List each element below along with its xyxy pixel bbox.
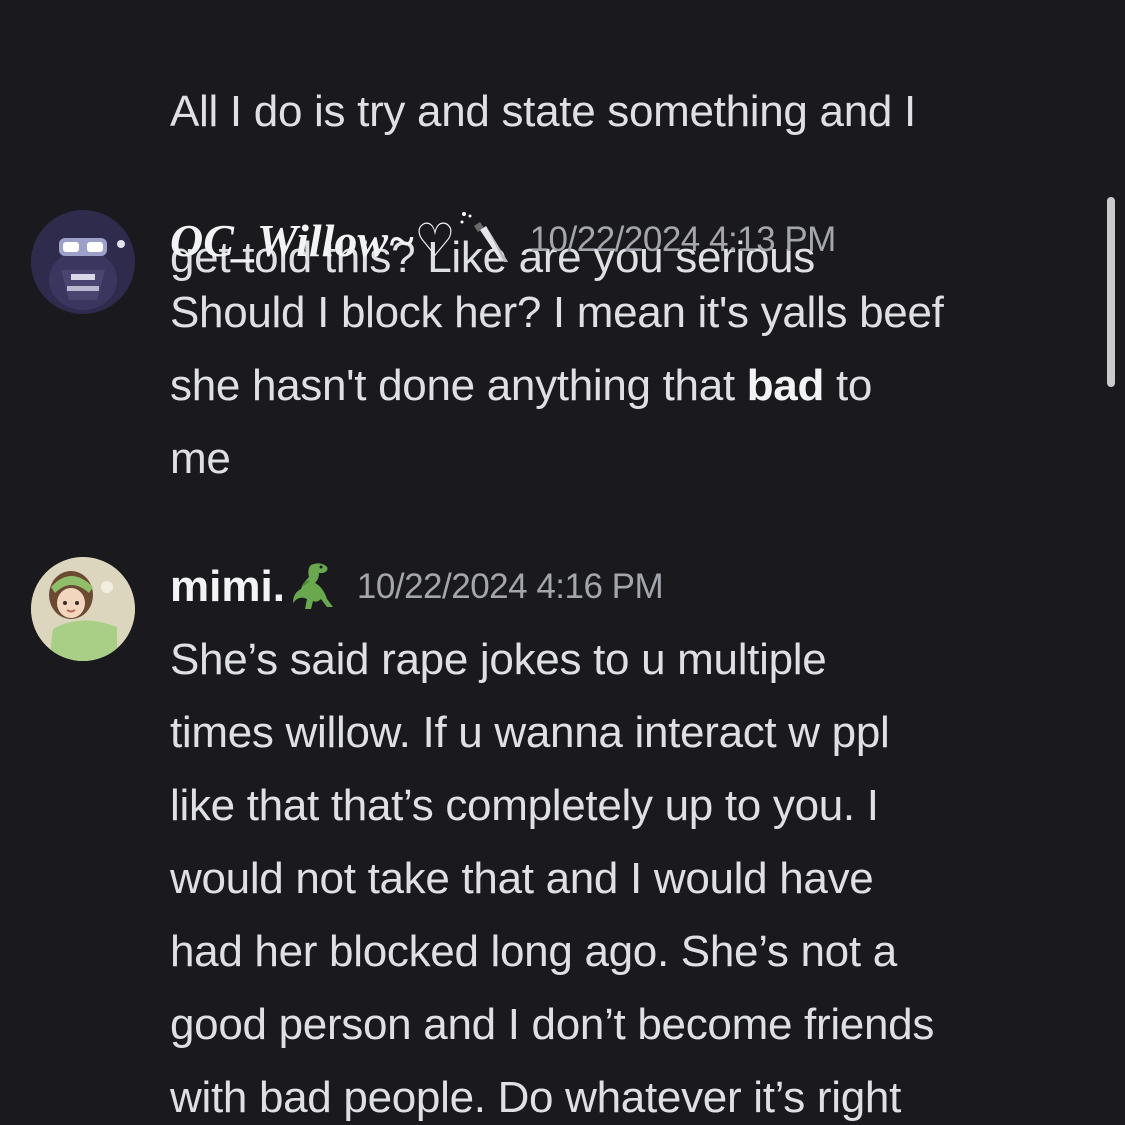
knife-icon — [460, 210, 510, 271]
message-text-bold: bad — [746, 361, 825, 410]
username-oc-willow[interactable]: OC_Willow~♡ — [170, 213, 456, 267]
message-header: OC_Willow~♡ 10/22/2024 4:13 PM — [170, 210, 836, 270]
message-text: She’s said rape jokes to u multiple time… — [170, 635, 935, 1122]
avatar-oc-willow[interactable] — [31, 210, 135, 314]
message-header: mimi. 10/22/2024 4:16 PM — [170, 557, 664, 617]
avatar-mimi[interactable] — [31, 557, 135, 661]
username-mimi[interactable]: mimi. — [170, 562, 285, 612]
message-text: Should I block her? I mean it's yalls be… — [170, 276, 1100, 495]
chat-messages[interactable]: All I do is try and state something and … — [0, 0, 1125, 1125]
timestamp: 10/22/2024 4:13 PM — [529, 220, 837, 259]
dinosaur-icon — [289, 559, 341, 616]
timestamp: 10/22/2024 4:16 PM — [356, 567, 664, 606]
scrollbar-thumb[interactable] — [1107, 197, 1115, 387]
message-line: All I do is try and state something and … — [170, 87, 916, 136]
